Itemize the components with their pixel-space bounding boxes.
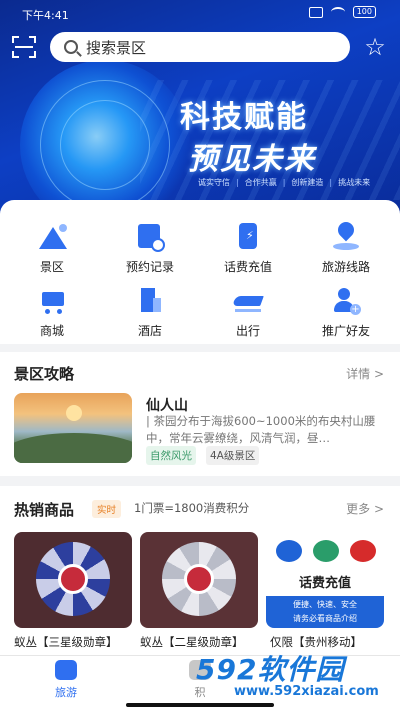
menu-item-label: 推广好友 (321, 324, 370, 338)
menu-item-hotel[interactable]: 酒店 (105, 286, 195, 339)
card-line: 便捷、快速、安全 (293, 600, 357, 609)
spot-tag-level: 4A级景区 (206, 446, 260, 465)
guide-more-link[interactable]: 详情 > (346, 365, 384, 382)
cart-icon (37, 286, 67, 316)
menu-item-label: 旅游线路 (321, 260, 370, 274)
menu-item-scenic[interactable]: 景区 (7, 222, 97, 275)
banner-tag: 诚实守信 (198, 178, 230, 187)
menu-item-travel[interactable]: 出行 (203, 286, 293, 339)
battery-icon: 100 (352, 6, 376, 18)
unicom-logo (350, 540, 376, 562)
star-icon[interactable]: ☆ (362, 34, 388, 60)
banner-tags: 诚实守信 合作共赢 创新建造 挑战未来 (198, 177, 370, 188)
mountain-icon (37, 222, 67, 252)
calendar-clock-icon (135, 222, 165, 252)
menu-item-mall[interactable]: 商城 (7, 286, 97, 339)
section-title: 景区攻略 (14, 365, 75, 383)
telecom-logo (276, 540, 302, 562)
search-placeholder: 搜索景区 (86, 38, 147, 57)
home-indicator (126, 703, 274, 707)
banner-headline: 科技赋能 (180, 100, 308, 135)
spot-thumbnail[interactable] (14, 393, 132, 463)
map-pin-icon (331, 218, 361, 252)
quick-menu: 景区 预约记录 ⚡ 话费充值 旅游线路 商城 酒店 出行 + 推广好友 (0, 200, 400, 344)
mobile-logo (313, 540, 339, 562)
add-user-icon: + (331, 286, 361, 316)
medal-image (162, 542, 236, 616)
wifi-icon (330, 7, 345, 17)
tab-travel[interactable]: 旅游 (36, 660, 96, 700)
menu-item-label: 商城 (39, 324, 64, 338)
spot-name[interactable]: 仙人山 (146, 395, 188, 415)
carrier-logos (276, 540, 376, 562)
tab-label: 旅游 (55, 686, 77, 699)
scan-icon[interactable] (12, 36, 36, 58)
spot-tag-category: 自然风光 (146, 446, 196, 465)
medal-image (36, 542, 110, 616)
realtime-badge: 实时 (92, 500, 122, 518)
product-card[interactable] (140, 532, 258, 628)
points-note: 1门票=1800消费积分 (134, 501, 250, 515)
building-icon (135, 286, 165, 316)
menu-item-bookings[interactable]: 预约记录 (105, 222, 195, 275)
sim-icon (308, 6, 323, 18)
menu-item-invite[interactable]: + 推广好友 (301, 286, 391, 339)
menu-item-routes[interactable]: 旅游线路 (301, 218, 391, 275)
product-card[interactable] (14, 532, 132, 628)
watermark-url: www.592xiazai.com (234, 684, 379, 699)
hot-more-link[interactable]: 更多 > (346, 500, 384, 517)
phone-charge-icon: ⚡ (233, 222, 263, 252)
menu-item-label: 预约记录 (125, 260, 174, 274)
banner-tag: 创新建造 (283, 177, 323, 188)
search-input[interactable]: 搜索景区 (50, 32, 350, 62)
card-line: 请务必看商品介绍 (293, 614, 357, 623)
home-icon (55, 660, 77, 680)
product-card[interactable]: 话费充值 便捷、快速、安全 请务必看商品介绍 (266, 532, 384, 628)
spot-description: | 茶园分布于海拔600~1000米的布央村山腰中，常年云雾缭绕，风清气润，昼… (146, 414, 376, 445)
status-time: 下午4:41 (22, 9, 69, 22)
banner-tag: 挑战未来 (329, 177, 370, 188)
section-title: 热销商品 (14, 501, 75, 519)
globe-ring (60, 100, 150, 190)
card-title: 话费充值 (298, 576, 351, 591)
watermark-logo: 592软件园 (196, 653, 345, 686)
menu-item-recharge[interactable]: ⚡ 话费充值 (203, 222, 293, 275)
product-name[interactable]: 蚁丛【三星级勋章】 (14, 634, 136, 650)
menu-item-label: 话费充值 (223, 260, 272, 274)
status-bar: 下午4:41 100 (0, 0, 400, 28)
banner-subline: 预见未来 (188, 142, 316, 177)
menu-item-label: 景区 (39, 260, 64, 274)
menu-item-label: 出行 (235, 324, 260, 338)
banner-tag: 合作共赢 (236, 177, 277, 188)
search-icon (64, 40, 78, 54)
card-band: 便捷、快速、安全 请务必看商品介绍 (266, 596, 384, 628)
train-icon (232, 286, 264, 316)
menu-item-label: 酒店 (137, 324, 162, 338)
